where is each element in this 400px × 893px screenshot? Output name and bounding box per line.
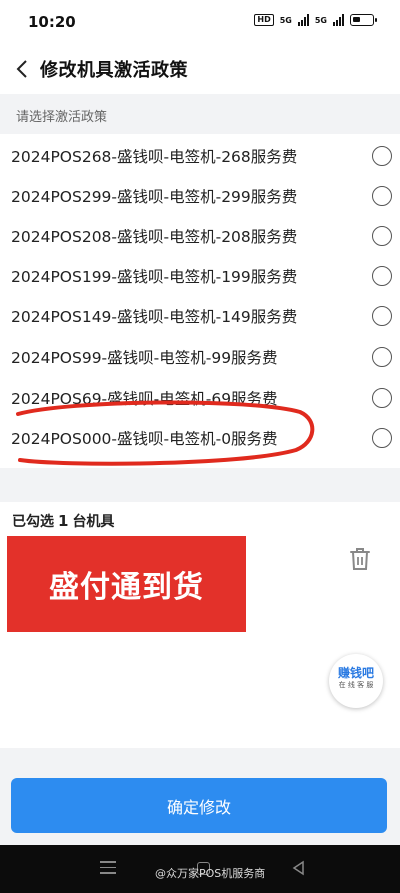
back-triangle-icon[interactable]	[291, 860, 305, 876]
radio-button[interactable]	[372, 146, 392, 166]
policy-option[interactable]: 2024POS299-盛钱呗-电签机-299服务费	[0, 176, 400, 216]
chevron-left-icon	[16, 60, 27, 78]
signal-icon-1	[297, 14, 309, 26]
policy-option-label: 2024POS149-盛钱呗-电签机-149服务费	[11, 308, 298, 326]
policy-option-label: 2024POS99-盛钱呗-电签机-99服务费	[11, 349, 278, 367]
selected-prefix: 已勾选	[12, 514, 54, 530]
selected-count-text: 已勾选 1 台机具	[12, 511, 114, 531]
policy-option[interactable]: 2024POS000-盛钱呗-电签机-0服务费	[0, 418, 400, 458]
network-5g-label-1: 5G	[279, 15, 292, 25]
policy-option[interactable]: 2024POS149-盛钱呗-电签机-149服务费	[0, 296, 400, 336]
policy-option[interactable]: 2024POS69-盛钱呗-电签机-69服务费	[0, 378, 400, 418]
selected-suffix: 台机具	[72, 514, 115, 530]
policy-option-label: 2024POS208-盛钱呗-电签机-208服务费	[11, 228, 298, 246]
radio-button[interactable]	[372, 186, 392, 206]
signal-icon-2	[333, 14, 344, 26]
radio-button[interactable]	[372, 347, 392, 367]
status-icons: HD 5G 5G	[254, 14, 377, 26]
confirm-button[interactable]: 确定修改	[11, 778, 387, 833]
status-bar: 10:20 HD 5G 5G	[0, 0, 400, 44]
badge-main-text: 赚钱吧	[337, 666, 374, 680]
policy-option-label: 2024POS69-盛钱呗-电签机-69服务费	[11, 390, 278, 408]
trash-icon	[350, 548, 370, 570]
watermark: @众万家POS机服务商	[155, 867, 266, 880]
page-title: 修改机具激活政策	[40, 60, 188, 81]
promo-banner-text: 盛付通到货	[49, 570, 204, 605]
policy-option-label: 2024POS268-盛钱呗-电签机-268服务费	[11, 148, 298, 166]
network-5g-label-2: 5G	[314, 15, 327, 25]
selected-count: 1	[58, 512, 69, 530]
radio-button[interactable]	[372, 306, 392, 326]
status-time: 10:20	[28, 13, 76, 31]
radio-button[interactable]	[372, 266, 392, 286]
menu-icon[interactable]	[100, 861, 116, 878]
policy-option-label: 2024POS000-盛钱呗-电签机-0服务费	[11, 430, 278, 448]
promo-banner: 盛付通到货	[7, 536, 246, 632]
policy-option[interactable]: 2024POS199-盛钱呗-电签机-199服务费	[0, 256, 400, 296]
delete-button[interactable]	[348, 546, 372, 572]
policy-list: 2024POS268-盛钱呗-电签机-268服务费 2024POS299-盛钱呗…	[0, 134, 400, 468]
badge-sub-text: 在 线 客 服	[338, 681, 374, 689]
radio-button[interactable]	[372, 428, 392, 448]
section-hint: 请选择激活政策	[16, 110, 108, 125]
policy-option-label: 2024POS299-盛钱呗-电签机-299服务费	[11, 188, 298, 206]
policy-option-label: 2024POS199-盛钱呗-电签机-199服务费	[11, 268, 298, 286]
battery-icon	[350, 14, 377, 26]
radio-button[interactable]	[372, 388, 392, 408]
customer-service-badge[interactable]: 赚钱吧 在 线 客 服	[329, 654, 383, 708]
policy-option[interactable]: 2024POS99-盛钱呗-电签机-99服务费	[0, 337, 400, 377]
back-button[interactable]	[6, 51, 38, 87]
system-nav-bar: @众万家POS机服务商	[0, 845, 400, 893]
policy-option[interactable]: 2024POS268-盛钱呗-电签机-268服务费	[0, 136, 400, 176]
hd-icon: HD	[254, 14, 274, 26]
policy-option[interactable]: 2024POS208-盛钱呗-电签机-208服务费	[0, 216, 400, 256]
radio-button[interactable]	[372, 226, 392, 246]
page-header: 修改机具激活政策	[0, 44, 400, 94]
